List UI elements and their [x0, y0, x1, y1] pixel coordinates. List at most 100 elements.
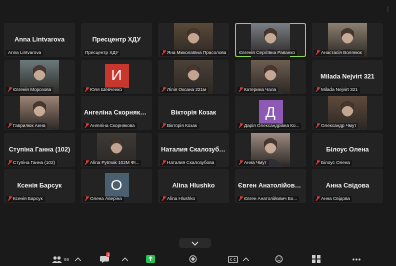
- mic-muted-icon: [162, 159, 166, 165]
- more-icon[interactable]: ⋮: [385, 6, 391, 13]
- participant-label-text: Євген Анатолійович Бо...: [244, 196, 298, 202]
- participant-name-label: Лілія Оксана 221м: [160, 86, 209, 93]
- participant-tile[interactable]: Лілія Оксана 221м: [158, 59, 229, 94]
- avatar: И: [104, 63, 129, 88]
- mic-muted-icon: [85, 86, 89, 92]
- people-icon: [52, 255, 62, 263]
- participant-display-name: Anna Lintvarova: [14, 36, 65, 44]
- apps-button[interactable]: [312, 255, 321, 263]
- cc-icon: [228, 255, 238, 263]
- chevron-up-icon[interactable]: [75, 255, 81, 263]
- participant-tile[interactable]: Пресцентр ХДУ Пресцентр ХДУ: [81, 23, 152, 57]
- participant-name-label: Наталия Скалозубова: [160, 159, 217, 166]
- mic-muted-icon: [239, 86, 243, 92]
- participant-display-name: Ступіна Ганна (102): [8, 146, 71, 154]
- chat-button[interactable]: 1: [100, 252, 111, 263]
- mic-muted-icon: [162, 50, 166, 55]
- participant-display-name: Євген Анатолійович...: [238, 182, 306, 190]
- participant-display-name: Ангеліна Скорнякова: [84, 109, 152, 117]
- participant-name-label: Євген Анатолійович Бо...: [237, 196, 300, 203]
- participant-tile[interactable]: Ступіна Ганна (102) Ступіна Ганна (102): [4, 132, 75, 167]
- participant-label-text: Ангеліна Скорнякова: [90, 123, 135, 129]
- participant-tile[interactable]: Анна Свідова Анна Свідова: [312, 169, 383, 204]
- participant-label-text: Дарія Олександрівна Ко...: [244, 123, 300, 129]
- participant-label-text: Вікторія Козак: [167, 123, 197, 129]
- participant-display-name: Вікторія Козак: [170, 109, 217, 117]
- participant-tile[interactable]: Євген Анатолійович... Євген Анатолійович …: [235, 169, 306, 204]
- mic-muted-icon: [316, 50, 320, 55]
- share-screen-icon: [146, 255, 155, 263]
- mic-muted-icon: [162, 123, 166, 128]
- more-options-button[interactable]: [352, 255, 361, 263]
- participant-label-text: Ступіна Ганна (102): [13, 159, 56, 165]
- participant-tile[interactable]: Гаврилюк Анна: [4, 96, 75, 131]
- more-horizontal-icon: [352, 258, 361, 260]
- mic-muted-icon: [85, 196, 89, 201]
- participant-tile[interactable]: О Олена Аверіна: [81, 169, 152, 204]
- participant-name-label: Катерина Чала: [237, 86, 279, 93]
- mic-muted-icon: [8, 123, 12, 128]
- participant-name-label: Євгенія Сергіївна Раванко: [237, 50, 297, 56]
- participant-tile[interactable]: Д Дарія Олександрівна Ко...: [235, 96, 306, 131]
- collapse-toggle[interactable]: [179, 238, 211, 248]
- participant-label-text: Ксенія Барсук: [13, 196, 43, 202]
- mic-muted-icon: [239, 196, 243, 201]
- participants-button[interactable]: 69: [52, 255, 69, 263]
- participant-name-label: Ступіна Ганна (102): [6, 159, 58, 166]
- record-button[interactable]: [189, 255, 197, 263]
- participant-name-label: Гаврилюк Анна: [6, 123, 48, 130]
- participant-tile[interactable]: Alina Pytmak 102М ФІ...: [81, 132, 152, 167]
- participant-label-text: Наталия Скалозубова: [167, 159, 215, 165]
- participant-tile[interactable]: Ангеліна Скорнякова Ангеліна Скорнякова: [81, 96, 152, 131]
- participant-label-text: Олександр Чмут: [321, 123, 357, 129]
- participant-tile[interactable]: Євгенія Сергіївна Раванко: [235, 23, 306, 57]
- participant-name-label: Олена Аверіна: [83, 196, 124, 203]
- participant-tile[interactable]: Олександр Чмут: [312, 96, 383, 131]
- top-strip: ⋮: [0, 0, 396, 22]
- participant-tile[interactable]: Анастасія Волянюк: [312, 23, 383, 57]
- participant-tile[interactable]: Яна Миколаївна Прасолова: [158, 23, 229, 57]
- participant-tile[interactable]: Alina Hlushko Alina Hlushko: [158, 169, 229, 204]
- apps-icon: [312, 255, 321, 263]
- participant-label-text: Анна Свідова: [321, 196, 350, 202]
- mic-muted-icon: [8, 159, 12, 165]
- participant-tile[interactable]: Білоус Олена Білоус Олена: [312, 132, 383, 167]
- participants-count: 69: [64, 256, 70, 262]
- participant-label-text: Катерина Чала: [244, 86, 277, 92]
- participant-display-name: Milada Nejvirt 321: [320, 73, 375, 81]
- participant-tile[interactable]: Катерина Чала: [235, 59, 306, 94]
- participant-name-label: Анастасія Волянюк: [314, 50, 364, 56]
- share-screen-button[interactable]: [146, 255, 155, 263]
- participant-label-text: Євгенія Морозова: [13, 86, 52, 92]
- participant-name-label: Milada Nejvirt 321: [314, 86, 360, 93]
- participant-name-label: Євгенія Морозова: [6, 86, 54, 93]
- mic-muted-icon: [8, 86, 12, 92]
- participant-label-text: Гаврилюк Анна: [13, 123, 46, 129]
- record-icon: [189, 255, 197, 263]
- participant-display-name: Анна Свідова: [325, 182, 370, 190]
- mic-muted-icon: [316, 196, 320, 201]
- chevron-up-icon[interactable]: [243, 255, 249, 263]
- mic-muted-icon: [239, 123, 243, 128]
- participant-tile[interactable]: Anna Lintvarova Anna Lintvarova: [4, 23, 75, 57]
- mic-muted-icon: [8, 196, 12, 201]
- participant-label-text: Milada Nejvirt 321: [321, 86, 358, 92]
- meeting-toolbar: 69 1: [0, 252, 396, 266]
- participant-tile[interactable]: И Юля Шевченко: [81, 59, 152, 94]
- mic-muted-icon: [239, 159, 243, 165]
- participant-name-label: Дарія Олександрівна Ко...: [237, 123, 302, 130]
- mic-muted-icon: [162, 196, 166, 201]
- mic-muted-icon: [162, 86, 166, 92]
- participant-tile[interactable]: Ксенія Барсук Ксенія Барсук: [4, 169, 75, 204]
- participant-tile[interactable]: Вікторія Козак Вікторія Козак: [158, 96, 229, 131]
- participant-tile[interactable]: Євгенія Морозова: [4, 59, 75, 94]
- participant-name-label: Вікторія Козак: [160, 123, 199, 130]
- participant-display-name: Наталия Скалозубова: [161, 146, 229, 154]
- participant-tile[interactable]: Milada Nejvirt 321 Milada Nejvirt 321: [312, 59, 383, 94]
- reactions-button[interactable]: [275, 255, 283, 263]
- participant-tile[interactable]: Наталия Скалозубова Наталия Скалозубова: [158, 132, 229, 167]
- chevron-up-icon[interactable]: [122, 255, 128, 263]
- participant-tile[interactable]: Анна Чмут: [235, 132, 306, 167]
- captions-button[interactable]: [228, 255, 238, 263]
- participant-label-text: Анна Чмут: [244, 159, 267, 165]
